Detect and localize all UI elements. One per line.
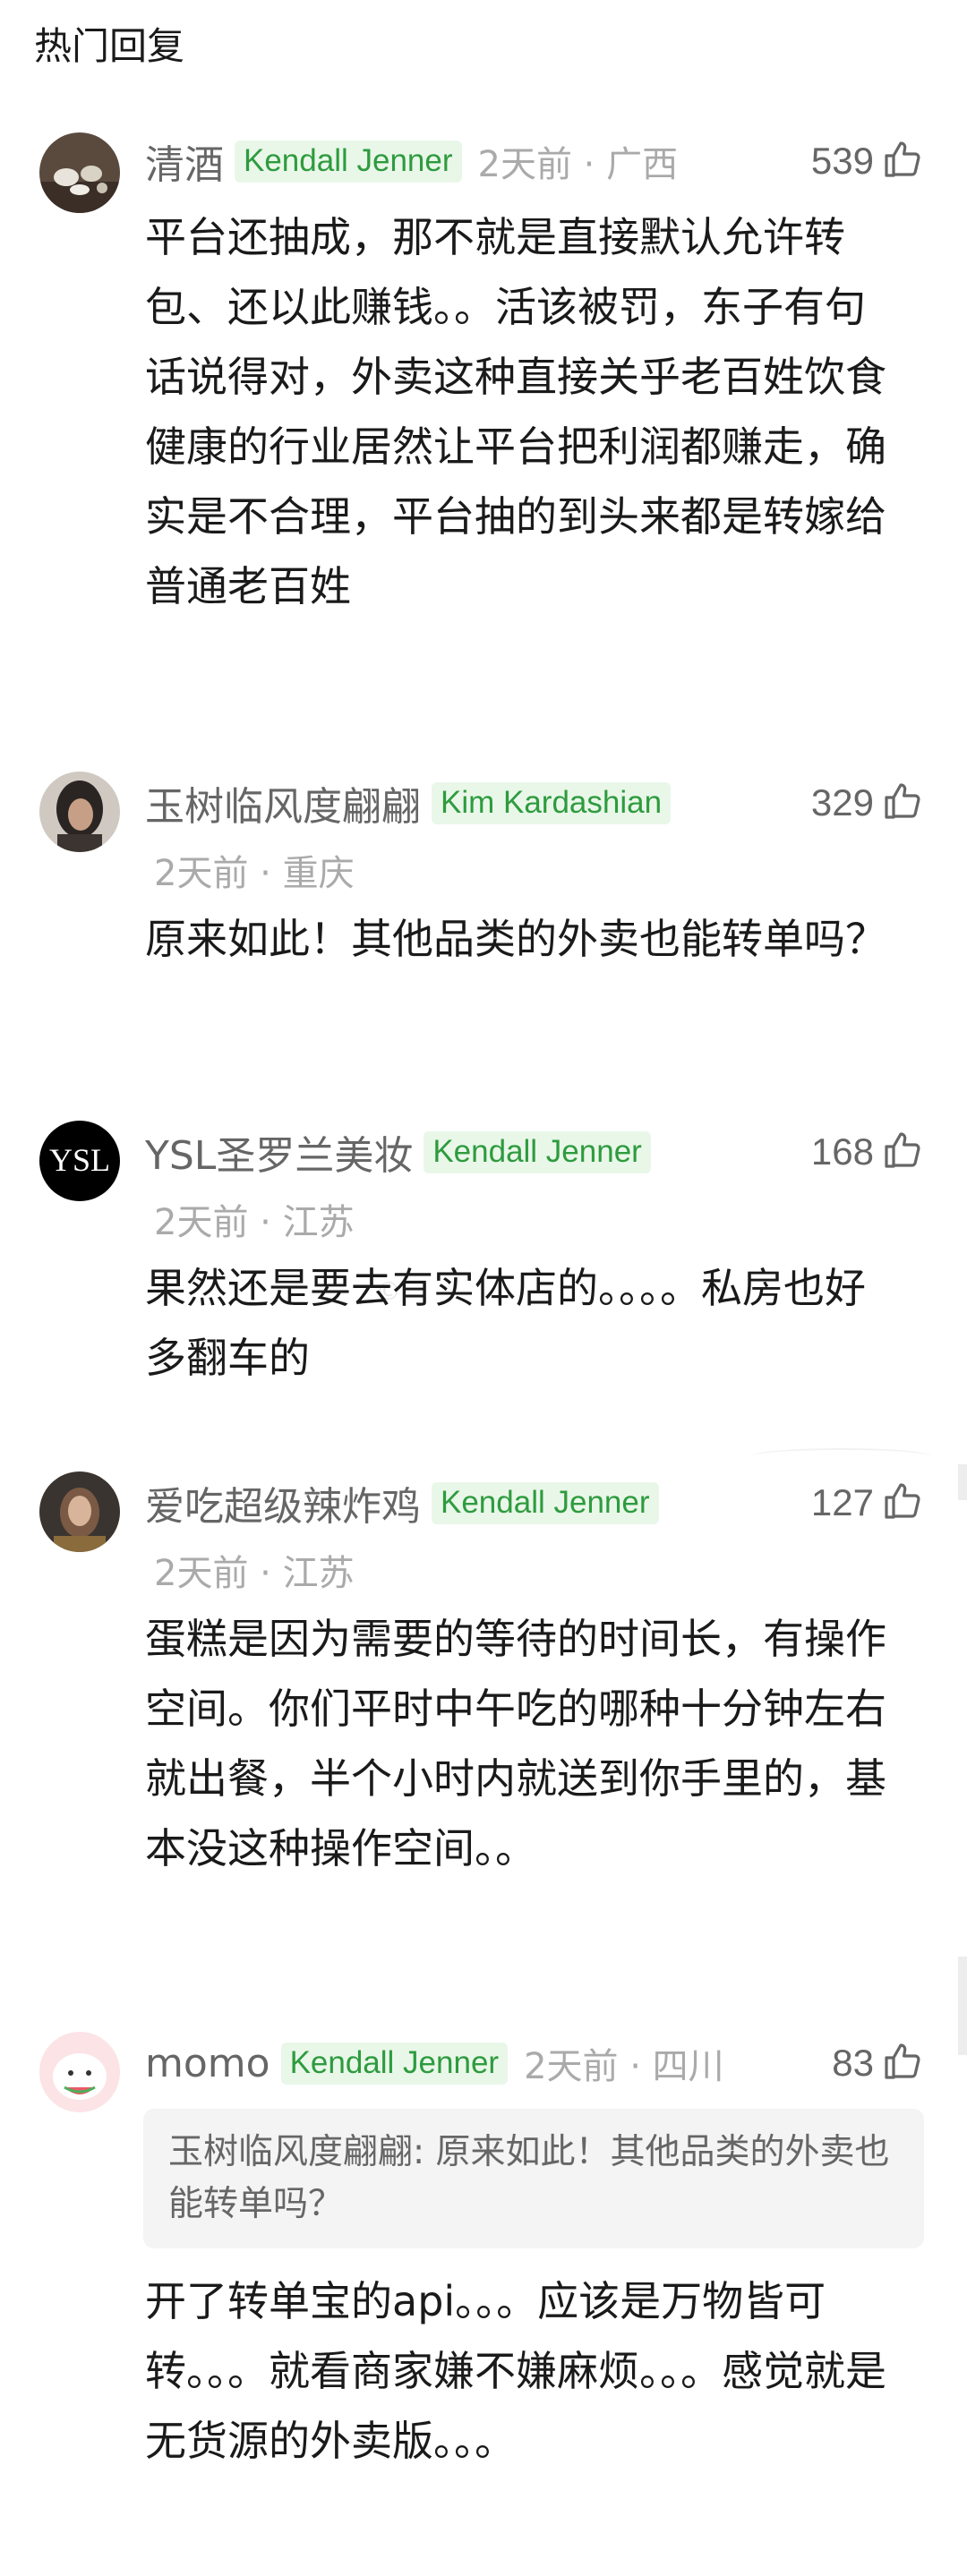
- like-count: 329: [810, 781, 874, 823]
- comment-body: 原来如此！其他品类的外卖也能转单吗？: [145, 915, 886, 963]
- comment-meta: 2天前 · 江苏: [154, 1553, 355, 1594]
- scroll-edge-marker: [958, 1957, 967, 2055]
- svg-text:YSL: YSL: [49, 1142, 110, 1178]
- comment-meta: 2天前 · 广西: [477, 144, 679, 185]
- username[interactable]: 爱吃超级辣炸鸡: [145, 1474, 421, 1531]
- comment-meta-line: 2天前 · 江苏: [154, 1543, 355, 1597]
- like-button[interactable]: 127: [811, 1471, 924, 1534]
- comment-header: 清酒 Kendall Jenner 2天前 · 广西: [145, 130, 678, 192]
- ysl-logo-avatar[interactable]: YSL: [39, 1121, 120, 1201]
- comment-header: momo Kendall Jenner 2天前 · 四川: [145, 2032, 724, 2094]
- comment-body: 果然还是要去有实体店的。。。。私房也好多翻车的: [145, 1264, 866, 1382]
- like-button[interactable]: 539: [811, 130, 924, 192]
- username[interactable]: 玉树临风度翩翩: [145, 774, 421, 832]
- portrait-avatar[interactable]: [39, 1471, 120, 1552]
- comment-header: YSL圣罗兰美妆 Kendall Jenner: [145, 1121, 667, 1183]
- like-button[interactable]: 168: [811, 1121, 924, 1183]
- user-badge: Kendall Jenner: [280, 2042, 509, 2085]
- comment-header: 爱吃超级辣炸鸡 Kendall Jenner: [145, 1471, 675, 1534]
- user-badge: Kim Kardashian: [432, 781, 672, 824]
- comment-meta-line: 2天前 · 江苏: [154, 1192, 355, 1246]
- username[interactable]: 清酒: [145, 132, 224, 190]
- username[interactable]: momo: [145, 2041, 270, 2086]
- user-badge: Kendall Jenner: [235, 140, 462, 183]
- comment-body: 蛋糕是因为需要的等待的时间长，有操作空间。你们平时中午吃的哪种十分钟左右就出餐，…: [145, 1615, 886, 1872]
- like-count: 127: [810, 1481, 874, 1523]
- user-badge: Kendall Jenner: [432, 1481, 659, 1524]
- thumbs-up-icon: [881, 138, 924, 184]
- thumbs-up-icon: [881, 2040, 924, 2086]
- comment-meta: 2天前 · 四川: [524, 2046, 724, 2087]
- section-title: 热门回复: [34, 24, 185, 68]
- comment-header: 玉树临风度翩翩 Kim Kardashian: [145, 772, 687, 834]
- thumbs-up-icon: [881, 1129, 924, 1175]
- thumbs-up-icon: [881, 1480, 924, 1526]
- like-count: 83: [832, 2042, 874, 2084]
- floating-hint: [752, 1448, 931, 1464]
- comment-body: 开了转单宝的api。。。应该是万物皆可转。。。就看商家嫌不嫌麻烦。。。感觉就是无…: [145, 2277, 886, 2465]
- thumbs-up-icon: [881, 780, 924, 826]
- person-avatar[interactable]: [39, 772, 120, 852]
- like-button[interactable]: 83: [832, 2032, 924, 2094]
- comment-body: 平台还抽成，那不就是直接默认允许转包、还以此赚钱。。活该被罚，东子有句话说得对，…: [145, 213, 886, 610]
- watermelon-cartoon-avatar[interactable]: [39, 2032, 120, 2112]
- like-button[interactable]: 329: [811, 772, 924, 834]
- username[interactable]: YSL圣罗兰美妆: [145, 1123, 413, 1181]
- like-count: 168: [810, 1130, 874, 1173]
- tea-set-avatar[interactable]: [39, 132, 120, 213]
- comment-meta: 2天前 · 江苏: [154, 1202, 355, 1243]
- user-badge: Kendall Jenner: [424, 1130, 651, 1173]
- watermark: ©: [376, 1276, 401, 1306]
- quoted-reply[interactable]: 玉树临风度翩翩: 原来如此！其他品类的外卖也能转单吗？: [143, 2109, 924, 2248]
- like-count: 539: [810, 140, 874, 182]
- scroll-edge-marker: [958, 1464, 967, 1500]
- comment-meta-line: 2天前 · 重庆: [154, 843, 355, 897]
- comment-meta: 2天前 · 重庆: [154, 853, 355, 894]
